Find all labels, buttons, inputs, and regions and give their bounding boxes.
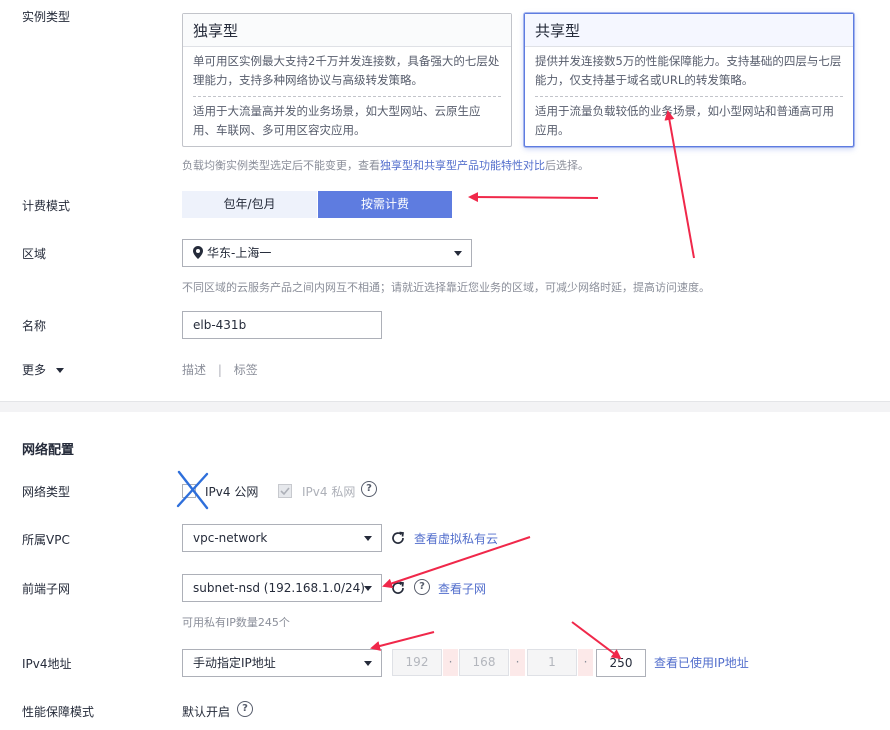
vpc-label: 所属VPC [22,533,70,547]
dedicated-card-usage: 适用于大流量高并发的业务场景，如大型网站、云原生应用、车联网、多可用区容灾应用。 [193,104,481,137]
description-link[interactable]: 描述 [182,363,206,377]
network-type-label: 网络类型 [22,485,71,499]
name-input[interactable]: elb-431b [182,311,382,339]
card-divider [535,96,843,97]
performance-mode-value: 默认开启 [182,705,231,719]
ip-dot: · [510,649,525,676]
vpc-select[interactable]: vpc-network [182,524,382,552]
ip-assignment-value: 手动指定IP地址 [193,656,276,670]
dedicated-instance-card[interactable]: 独享型 单可用区实例最大支持2千万并发连接数，具备强大的七层处理能力，支持多种网… [182,13,512,147]
region-select[interactable]: 华东-上海一 [182,239,472,267]
checkmark-icon [280,487,290,496]
ipv4-private-label: IPv4 私网 [302,485,356,499]
help-icon[interactable]: ? [414,579,430,595]
subnet-value: subnet-nsd (192.168.1.0/24) [193,581,365,595]
ip-octet-4-input[interactable]: 250 [596,649,646,677]
card-divider [193,96,501,97]
available-ip-hint: 可用私有IP数量245个 [182,616,290,629]
arrow-to-ip-mode [370,631,435,651]
performance-mode-label: 性能保障模式 [22,705,95,719]
shared-card-description: 提供并发连接数5万的性能保障能力。支持基础的四层与七层能力，仅支持基于域名或UR… [535,54,842,87]
chevron-down-icon [364,586,372,591]
network-section-title: 网络配置 [22,443,75,458]
chevron-down-icon [364,536,372,541]
ip-octet-3: 1 [527,649,577,676]
ip-octet-1: 192 [392,649,442,676]
view-subnet-link[interactable]: 查看子网 [438,580,486,597]
subnet-label: 前端子网 [22,582,71,596]
instance-type-hint: 负载均衡实例类型选定后不能变更，查看独享型和共享型产品功能特性对比后选择。 [182,157,589,173]
billing-option-yearly-monthly[interactable]: 包年/包月 [182,191,317,218]
compare-features-link[interactable]: 独享型和共享型产品功能特性对比 [380,159,545,172]
ip-octet-2: 168 [459,649,509,676]
region-value: 华东-上海一 [207,246,272,260]
ip-dot: · [443,649,458,676]
cross-out-mark-icon [176,470,209,510]
chevron-down-icon [364,661,372,666]
instance-hint-suffix: 后选择。 [545,159,589,172]
ip-dot: · [578,649,593,676]
shared-card-usage: 适用于流量负载较低的业务场景，如小型网站和普通高可用应用。 [535,104,834,137]
more-separator: | [217,363,222,377]
region-label: 区域 [22,247,47,261]
vpc-value: vpc-network [193,531,268,545]
view-vpc-link[interactable]: 查看虚拟私有云 [414,530,498,547]
shared-instance-card[interactable]: 共享型 提供并发连接数5万的性能保障能力。支持基础的四层与七层能力，仅支持基于域… [524,13,854,147]
region-hint: 不同区域的云服务产品之间内网互不相通；请就近选择靠近您业务的区域，可减少网络时延… [182,281,710,294]
instance-type-label: 实例类型 [22,10,71,24]
section-divider [0,401,890,412]
arrow-to-billing [468,192,599,203]
help-icon[interactable]: ? [237,701,253,717]
refresh-icon[interactable] [390,580,406,596]
chevron-down-icon [454,251,462,256]
refresh-icon[interactable] [390,530,406,546]
ipv4-address-label: IPv4地址 [22,657,72,671]
caret-down-icon [55,368,64,373]
tags-link[interactable]: 标签 [234,363,258,377]
dedicated-card-description: 单可用区实例最大支持2千万并发连接数，具备强大的七层处理能力，支持多种网络协议与… [193,54,500,87]
subnet-select[interactable]: subnet-nsd (192.168.1.0/24) [182,574,382,602]
billing-mode-label: 计费模式 [22,199,71,213]
dedicated-card-title: 独享型 [183,14,511,47]
instance-hint-prefix: 负载均衡实例类型选定后不能变更，查看 [182,159,380,172]
ipv4-public-label: IPv4 公网 [205,485,259,499]
ipv4-private-checkbox[interactable] [278,484,292,498]
location-pin-icon [193,242,203,268]
more-toggle[interactable]: 更多 [22,361,64,378]
view-used-ip-link[interactable]: 查看已使用IP地址 [654,654,749,671]
ip-assignment-select[interactable]: 手动指定IP地址 [182,649,382,677]
help-icon[interactable]: ? [361,481,377,497]
more-label: 更多 [22,363,47,377]
more-links: 描述 | 标签 [182,361,258,378]
shared-card-title: 共享型 [525,14,853,47]
billing-option-pay-per-use[interactable]: 按需计费 [318,191,452,218]
name-label: 名称 [22,319,47,333]
